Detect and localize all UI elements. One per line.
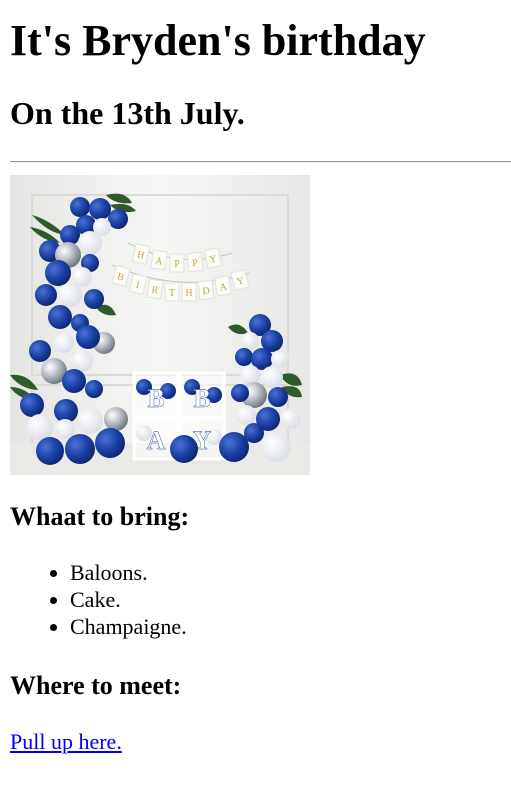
svg-text:B: B — [193, 384, 210, 413]
meet-link-paragraph: Pull up here. — [10, 728, 511, 755]
svg-text:A: A — [147, 426, 166, 455]
meet-location-link[interactable]: Pull up here. — [10, 729, 122, 754]
bring-list: Baloons. Cake. Champaigne. — [10, 559, 511, 640]
bring-heading: Whaat to bring: — [10, 502, 190, 531]
svg-text:D: D — [202, 286, 210, 298]
list-item: Baloons. — [70, 559, 511, 586]
list-item: Champaigne. — [70, 613, 511, 640]
date-subtitle: On the 13th July. — [10, 95, 245, 131]
page-title: It's Bryden's birthday — [10, 16, 426, 65]
divider — [10, 161, 511, 163]
page-content: It's Bryden's birthday On the 13th July. — [0, 14, 511, 755]
meet-heading: Where to meet: — [10, 671, 182, 700]
svg-text:B: B — [147, 384, 164, 413]
list-item: Cake. — [70, 586, 511, 613]
birthday-decoration-photo: H A P P Y B I R T H D A Y B B A Y — [10, 175, 310, 475]
svg-text:P: P — [174, 259, 180, 270]
svg-text:H: H — [185, 288, 192, 299]
svg-text:T: T — [169, 288, 175, 299]
